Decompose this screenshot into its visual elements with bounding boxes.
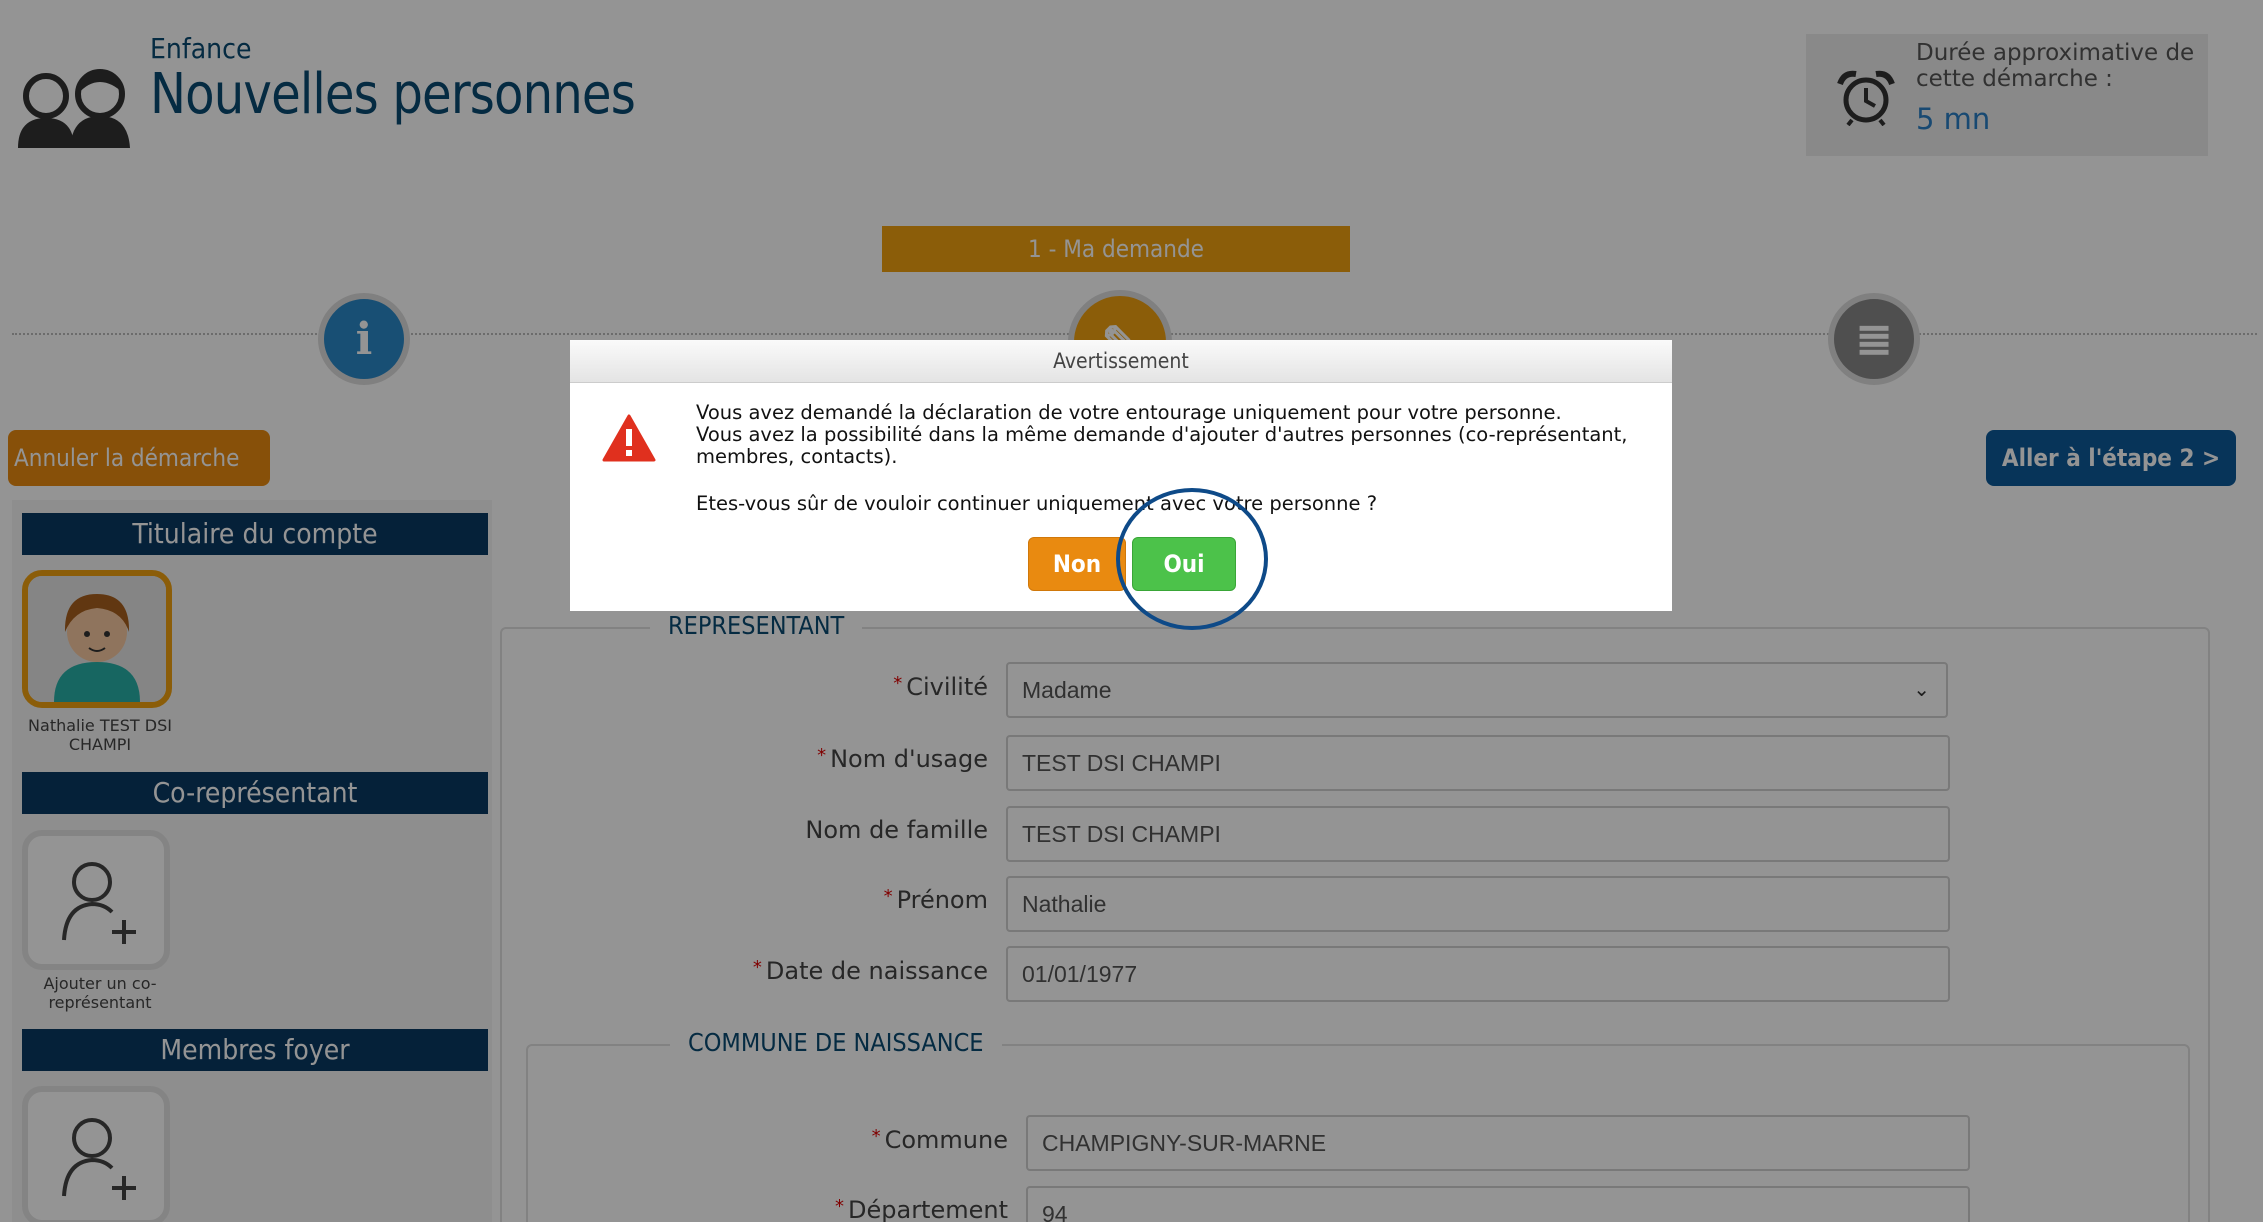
modal-backdrop [0, 0, 2263, 1222]
warning-icon [602, 414, 656, 462]
dialog-message-line: Vous avez demandé la déclaration de votr… [696, 401, 1562, 424]
no-button[interactable]: Non [1028, 537, 1126, 591]
dialog-question: Etes-vous sûr de vouloir continuer uniqu… [696, 492, 1378, 515]
dialog-title: Avertissement [570, 340, 1672, 383]
dialog-message: Vous avez demandé la déclaration de votr… [696, 402, 1646, 468]
page: Enfance Nouvelles personnes Durée approx… [0, 0, 2263, 1222]
highlight-circle [1116, 488, 1268, 630]
dialog-message-line: Vous avez la possibilité dans la même de… [696, 423, 1628, 468]
